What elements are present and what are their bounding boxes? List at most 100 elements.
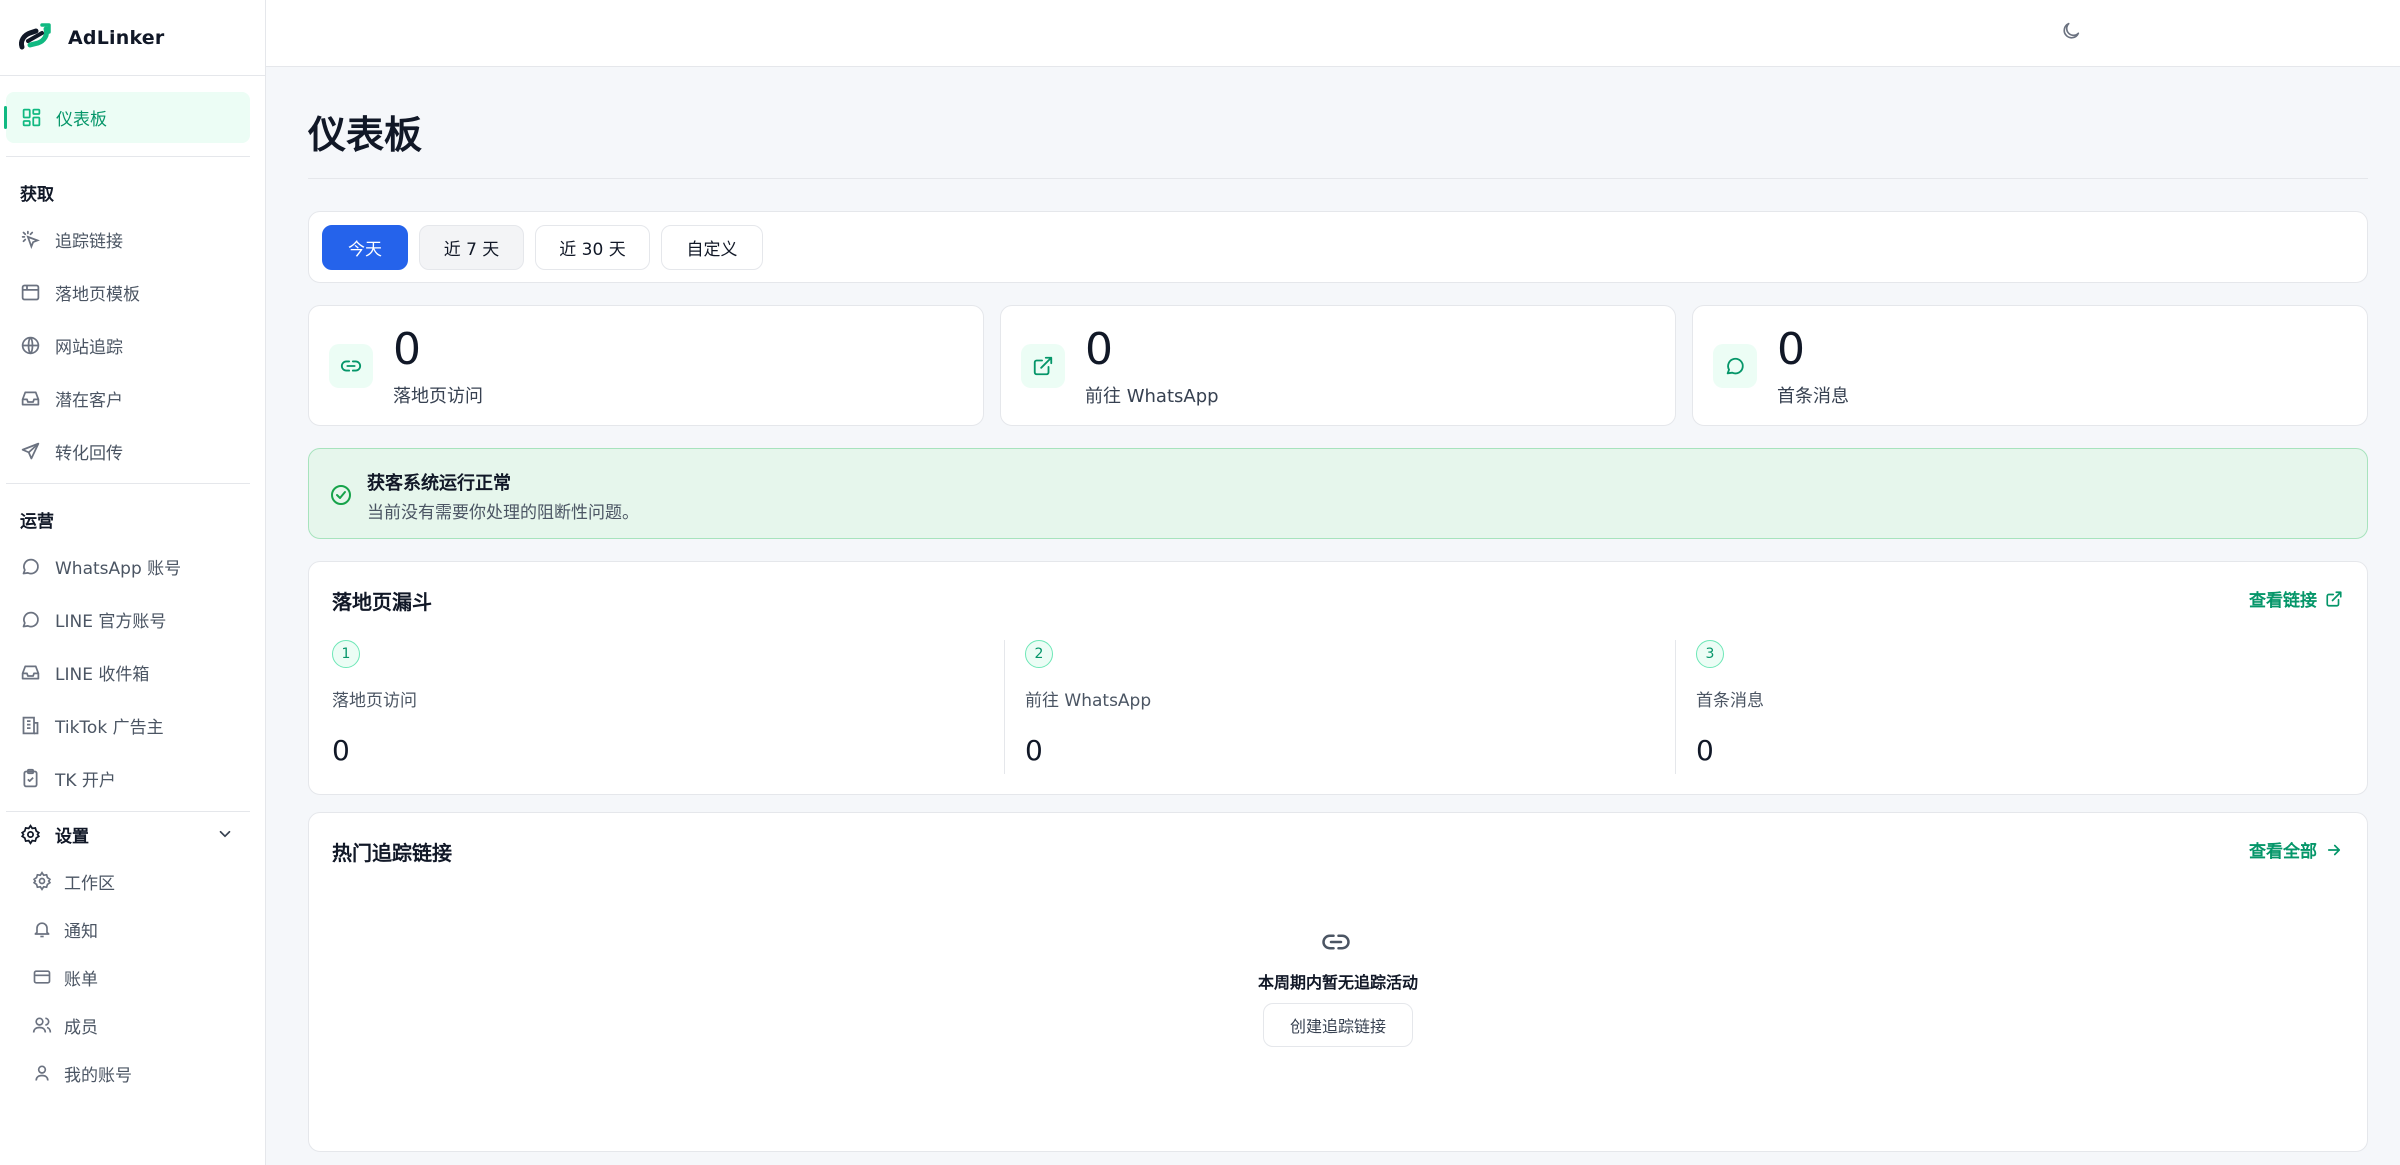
sidebar-item-label: 潜在客户	[55, 390, 123, 411]
brand[interactable]: AdLinker	[0, 0, 265, 76]
sidebar-item-label: LINE 官方账号	[55, 611, 167, 632]
step-label: 落地页访问	[332, 691, 417, 711]
system-health-banner: 获客系统运行正常 当前没有需要你处理的阻断性问题。	[308, 448, 2368, 539]
stat-value: 0	[393, 324, 421, 375]
section-title-operations: 运营	[20, 512, 54, 532]
chat-icon	[20, 556, 41, 577]
sidebar-item-label: WhatsApp 账号	[55, 558, 182, 579]
create-tracking-link-button[interactable]: 创建追踪链接	[1263, 1003, 1413, 1047]
sidebar-item-my-account[interactable]: 我的账号	[18, 1051, 250, 1095]
page-title: 仪表板	[308, 113, 423, 157]
sidebar-item-tiktok-advertisers[interactable]: TikTok 广告主	[6, 701, 250, 749]
step-number: 2	[1025, 640, 1053, 668]
template-icon	[20, 282, 41, 303]
step-label: 首条消息	[1696, 691, 1764, 711]
sidebar-item-label: TikTok 广告主	[55, 717, 164, 738]
sidebar-item-workspace[interactable]: 工作区	[18, 859, 250, 903]
sidebar-item-dashboard[interactable]: 仪表板	[4, 92, 250, 143]
step-number: 3	[1696, 640, 1724, 668]
tracking-link-icon	[20, 229, 41, 250]
sidebar-item-billing[interactable]: 账单	[18, 955, 250, 999]
sidebar-item-label: 账单	[64, 969, 98, 990]
empty-state-text: 本周期内暂无追踪活动	[1257, 973, 1418, 992]
hot-tracking-links-card: 热门追踪链接 查看全部 本周期内暂无追踪活动 创建追踪链接	[308, 812, 2368, 1152]
inbox-icon	[20, 388, 41, 409]
sidebar-item-line-official[interactable]: LINE 官方账号	[6, 595, 250, 643]
sidebar-item-line-inbox[interactable]: LINE 收件箱	[6, 648, 250, 696]
view-all-label: 查看全部	[2249, 842, 2317, 862]
sidebar-item-label: 我的账号	[64, 1065, 132, 1086]
sidebar-item-label: 通知	[64, 921, 98, 942]
sidebar-item-label: 转化回传	[55, 443, 123, 464]
range-button-custom[interactable]: 自定义	[661, 225, 763, 270]
bell-icon	[32, 919, 52, 939]
adlinker-logo-icon	[16, 21, 54, 55]
send-icon	[20, 441, 41, 462]
view-links-label: 查看链接	[2249, 591, 2317, 611]
hot-links-title: 热门追踪链接	[332, 841, 452, 865]
funnel-step: 3 首条消息 0	[1675, 640, 2335, 774]
sidebar-item-label: 成员	[64, 1017, 98, 1038]
users-icon	[32, 1015, 52, 1035]
sidebar-item-landing-templates[interactable]: 落地页模板	[6, 268, 250, 316]
sidebar-item-notifications[interactable]: 通知	[18, 907, 250, 951]
credit-card-icon	[32, 967, 52, 987]
stat-label: 首条消息	[1777, 386, 1849, 407]
stat-value: 0	[1085, 324, 1113, 375]
brand-name: AdLinker	[68, 26, 165, 49]
stat-label: 前往 WhatsApp	[1085, 386, 1219, 407]
sidebar-item-conversion-postback[interactable]: 转化回传	[6, 427, 250, 475]
range-button-7-days[interactable]: 近 7 天	[419, 225, 524, 270]
settings-label: 设置	[55, 826, 89, 847]
sidebar-item-label: 落地页模板	[55, 284, 140, 305]
step-value: 0	[1025, 734, 1043, 767]
sidebar-item-tk-account-opening[interactable]: TK 开户	[6, 754, 250, 802]
sidebar-item-label: TK 开户	[55, 770, 116, 791]
funnel-step: 1 落地页访问 0	[332, 640, 992, 774]
sidebar-item-whatsapp-accounts[interactable]: WhatsApp 账号	[6, 542, 250, 590]
sidebar-item-members[interactable]: 成员	[18, 1003, 250, 1047]
arrow-right-icon	[2317, 841, 2343, 859]
stat-card-go-whatsapp: 0 前往 WhatsApp	[1000, 305, 1676, 426]
gear-icon	[20, 823, 41, 845]
landing-funnel-card: 落地页漏斗 查看链接 1 落地页访问 0 2 前往 WhatsApp 0 3 首…	[308, 561, 2368, 795]
section-title-acquire: 获取	[20, 185, 54, 205]
sidebar-divider	[6, 483, 250, 484]
stat-label: 落地页访问	[393, 386, 483, 407]
link-icon	[329, 344, 373, 388]
message-icon	[1713, 344, 1757, 388]
range-button-30-days[interactable]: 近 30 天	[535, 225, 650, 270]
clipboard-icon	[20, 768, 41, 789]
stat-card-landing-visits: 0 落地页访问	[308, 305, 984, 426]
step-number: 1	[332, 640, 360, 668]
link-icon	[1321, 927, 1351, 957]
sidebar-item-leads[interactable]: 潜在客户	[6, 374, 250, 422]
sidebar-item-site-tracking[interactable]: 网站追踪	[6, 321, 250, 369]
inbox-icon	[20, 662, 41, 683]
sidebar-item-label: LINE 收件箱	[55, 664, 150, 685]
sidebar: AdLinker 仪表板 获取 追踪链接 落地页模板 网站追踪 潜在客户 转化回…	[0, 0, 266, 1165]
range-button-today[interactable]: 今天	[322, 225, 408, 270]
view-all-link[interactable]: 查看全部	[2249, 837, 2343, 862]
funnel-step: 2 前往 WhatsApp 0	[1004, 640, 1664, 774]
title-divider	[308, 178, 2368, 179]
health-description: 当前没有需要你处理的阻断性问题。	[367, 503, 639, 523]
view-links-link[interactable]: 查看链接	[2249, 586, 2343, 611]
stat-value: 0	[1777, 324, 1805, 375]
sidebar-item-label: 仪表板	[56, 110, 107, 130]
globe-icon	[20, 335, 41, 356]
check-circle-icon	[329, 483, 353, 507]
building-icon	[20, 715, 41, 736]
sidebar-item-label: 网站追踪	[55, 337, 123, 358]
chevron-down-icon	[216, 825, 234, 843]
sidebar-settings-toggle[interactable]: 设置	[6, 812, 250, 856]
step-value: 0	[332, 734, 350, 767]
sidebar-item-tracking-links[interactable]: 追踪链接	[6, 215, 250, 263]
step-label: 前往 WhatsApp	[1025, 691, 1152, 711]
funnel-title: 落地页漏斗	[332, 590, 432, 614]
sidebar-item-label: 工作区	[64, 873, 115, 894]
chat-icon	[20, 609, 41, 630]
moon-icon[interactable]	[2060, 20, 2086, 46]
gear-icon	[32, 871, 52, 891]
dashboard-icon	[21, 107, 42, 128]
